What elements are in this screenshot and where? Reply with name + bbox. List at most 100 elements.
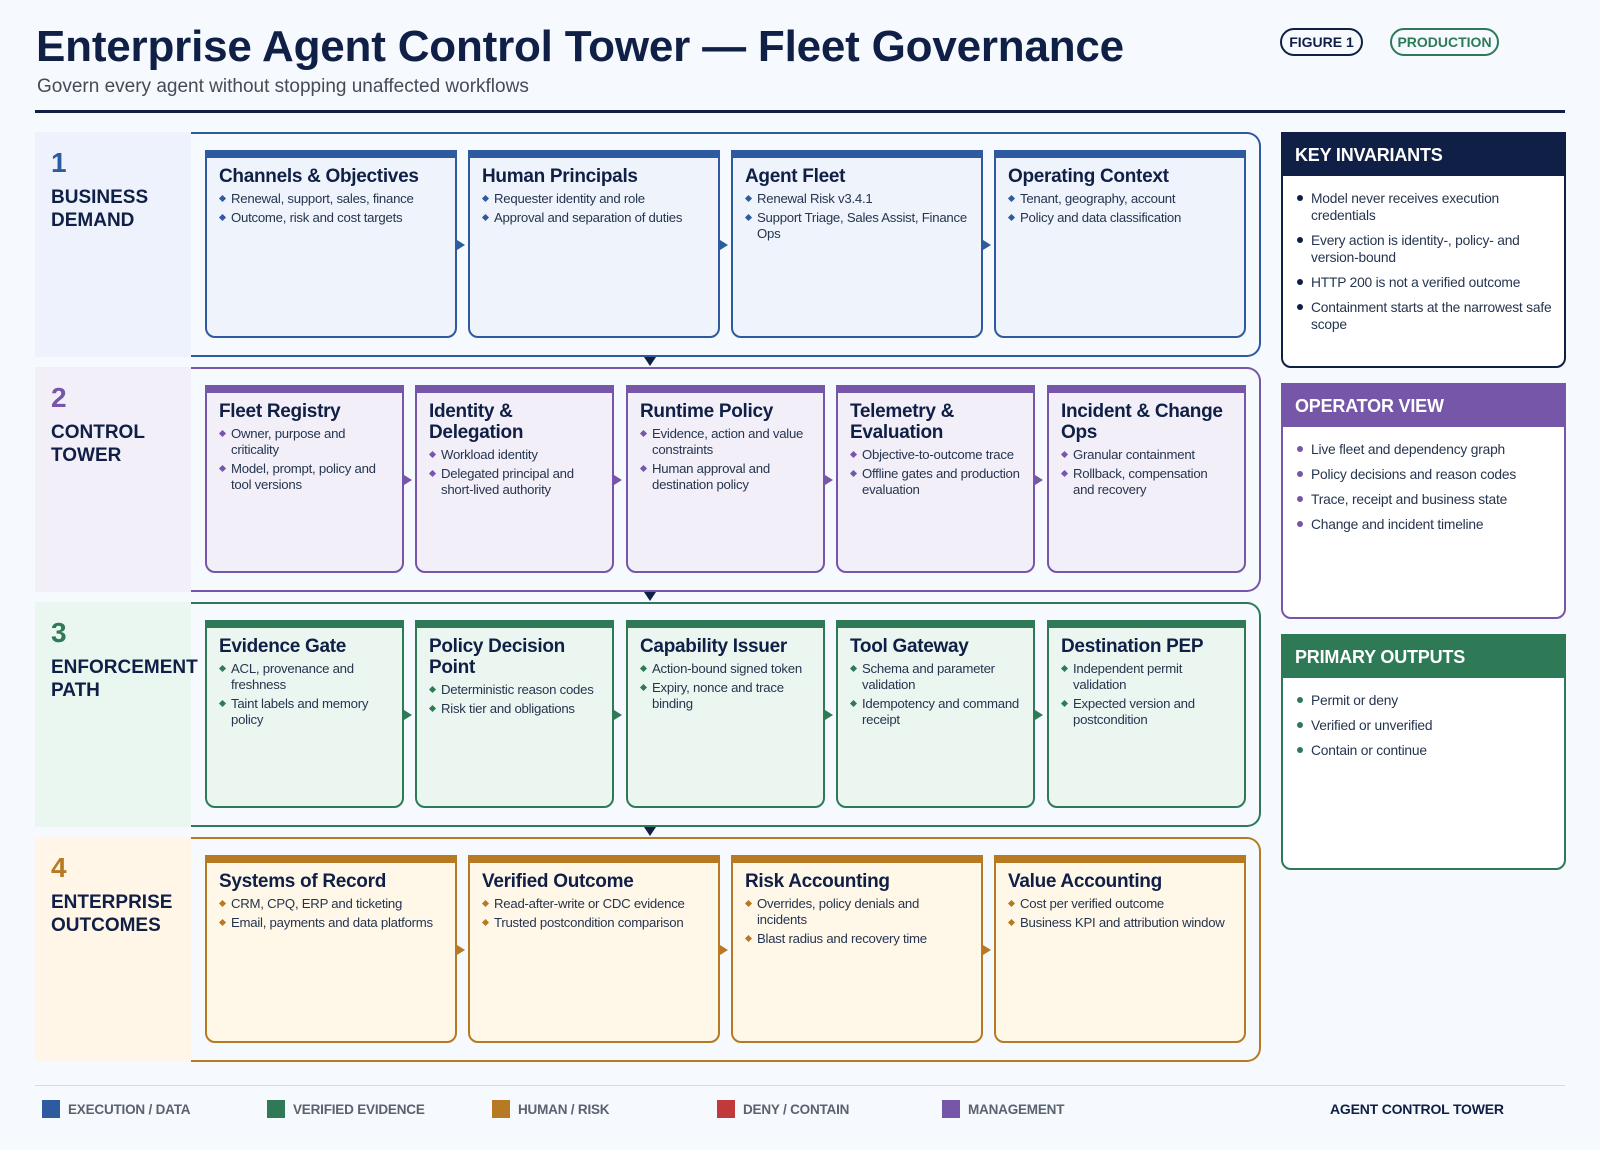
side-panel-item: Verified or unverified — [1295, 717, 1552, 734]
card-accent-bar — [996, 152, 1244, 158]
card-bullets: Overrides, policy denials and incidents B… — [745, 896, 969, 947]
page-title: Enterprise Agent Control Tower — Fleet G… — [36, 22, 1124, 71]
flow-arrow — [457, 240, 465, 250]
card-bullet: Objective-to-outcome trace — [850, 447, 1021, 463]
side-panel: OPERATOR VIEW Live fleet and dependency g… — [1281, 383, 1566, 619]
process-card: Value Accounting Cost per verified outcom… — [994, 855, 1246, 1043]
process-card: Identity & Delegation Workload identity De… — [415, 385, 614, 573]
card-bullets: Read-after-write or CDC evidence Trusted … — [482, 896, 706, 931]
legend-label: EXECUTION / DATA — [68, 1101, 191, 1117]
side-panel-item: Trace, receipt and business state — [1295, 491, 1552, 508]
card-bullet: Offline gates and production evaluation — [850, 466, 1021, 498]
side-panel-title: KEY INVARIANTS — [1283, 134, 1564, 176]
card-accent-bar — [838, 622, 1033, 628]
card-accent-bar — [470, 857, 718, 863]
flow-arrow — [983, 945, 991, 955]
side-panel-item: HTTP 200 is not a verified outcome — [1295, 274, 1552, 291]
band-label: 4 ENTERPRISE OUTCOMES — [35, 837, 191, 1062]
card-bullets: Independent permit validation Expected ve… — [1061, 661, 1232, 728]
card-bullet: Owner, purpose and criticality — [219, 426, 390, 458]
flow-arrow — [825, 710, 833, 720]
process-card: Operating Context Tenant, geography, acco… — [994, 150, 1246, 338]
status-badge: PRODUCTION — [1390, 28, 1499, 56]
card-title: Systems of Record — [219, 871, 387, 892]
card-bullets: Objective-to-outcome trace Offline gates … — [850, 447, 1021, 498]
process-card: Channels & Objectives Renewal, support, s… — [205, 150, 457, 338]
card-bullets: Action-bound signed token Expiry, nonce a… — [640, 661, 811, 712]
card-bullet: Trusted postcondition comparison — [482, 915, 706, 931]
process-card: Risk Accounting Overrides, policy denials… — [731, 855, 983, 1043]
flow-arrow — [983, 240, 991, 250]
legend-item: HUMAN / RISK — [492, 1100, 610, 1118]
down-arrow — [644, 592, 656, 601]
process-card: Verified Outcome Read-after-write or CDC … — [468, 855, 720, 1043]
card-bullets: Cost per verified outcome Business KPI an… — [1008, 896, 1232, 931]
card-accent-bar — [1049, 387, 1244, 393]
card-bullet: Renewal Risk v3.4.1 — [745, 191, 969, 207]
side-panel-list: Permit or deny Verified or unverified Cont… — [1283, 678, 1564, 759]
card-accent-bar — [207, 622, 402, 628]
legend-swatch — [42, 1100, 60, 1118]
legend-label: MANAGEMENT — [968, 1101, 1065, 1117]
card-bullet: Policy and data classification — [1008, 210, 1232, 226]
card-bullet: Granular containment — [1061, 447, 1232, 463]
card-bullet: Email, payments and data platforms — [219, 915, 443, 931]
card-accent-bar — [628, 622, 823, 628]
process-card: Policy Decision Point Deterministic reaso… — [415, 620, 614, 808]
card-accent-bar — [628, 387, 823, 393]
card-title: Human Principals — [482, 166, 638, 187]
card-bullet: Evidence, action and value constraints — [640, 426, 811, 458]
band-label: 1 BUSINESS DEMAND — [35, 132, 191, 357]
card-bullet: Deterministic reason codes — [429, 682, 600, 698]
card-bullet: Renewal, support, sales, finance — [219, 191, 443, 207]
card-bullet: Expected version and postcondition — [1061, 696, 1232, 728]
side-panel-item: Containment starts at the narrowest safe… — [1295, 299, 1552, 333]
legend-divider — [35, 1085, 1565, 1086]
legend-label: HUMAN / RISK — [518, 1101, 610, 1117]
card-title: Destination PEP — [1061, 636, 1204, 657]
flow-arrow — [404, 475, 412, 485]
band-number: 3 — [51, 617, 67, 648]
card-title: Channels & Objectives — [219, 166, 419, 187]
flow-arrow — [404, 710, 412, 720]
card-bullet: ACL, provenance and freshness — [219, 661, 390, 693]
band-label: 2 CONTROL TOWER — [35, 367, 191, 592]
card-title: Incident & Change Ops — [1061, 401, 1223, 443]
card-bullets: Workload identity Delegated principal and… — [429, 447, 600, 498]
card-title: Identity & Delegation — [429, 401, 524, 443]
card-accent-bar — [207, 152, 455, 158]
process-card: Evidence Gate ACL, provenance and freshne… — [205, 620, 404, 808]
side-panel-item: Every action is identity-, policy- and v… — [1295, 232, 1552, 266]
card-accent-bar — [838, 387, 1033, 393]
flow-arrow — [720, 945, 728, 955]
card-bullets: Granular containment Rollback, compensati… — [1061, 447, 1232, 498]
legend-item: MANAGEMENT — [942, 1100, 1064, 1118]
card-bullets: Renewal, support, sales, finance Outcome,… — [219, 191, 443, 226]
card-bullet: Expiry, nonce and trace binding — [640, 680, 811, 712]
band-name: ENFORCEMENT PATH — [51, 657, 198, 701]
side-panel-item: Contain or continue — [1295, 742, 1552, 759]
side-panel-item: Permit or deny — [1295, 692, 1552, 709]
figure-badge: FIGURE 1 — [1280, 28, 1363, 56]
band-number: 1 — [51, 147, 67, 178]
card-bullets: Tenant, geography, account Policy and dat… — [1008, 191, 1232, 226]
band-number: 2 — [51, 382, 67, 413]
side-panel-item: Model never receives execution credentia… — [1295, 190, 1552, 224]
process-card: Capability Issuer Action-bound signed tok… — [626, 620, 825, 808]
card-accent-bar — [996, 857, 1244, 863]
process-card: Destination PEP Independent permit valida… — [1047, 620, 1246, 808]
side-panel-title: OPERATOR VIEW — [1283, 385, 1564, 427]
card-bullets: ACL, provenance and freshness Taint label… — [219, 661, 390, 728]
card-bullet: Risk tier and obligations — [429, 701, 600, 717]
side-panel-item: Policy decisions and reason codes — [1295, 466, 1552, 483]
card-title: Capability Issuer — [640, 636, 787, 657]
card-accent-bar — [470, 152, 718, 158]
card-title: Telemetry & Evaluation — [850, 401, 955, 443]
card-bullet: Support Triage, Sales Assist, Finance Op… — [745, 210, 969, 242]
side-panel-title: PRIMARY OUTPUTS — [1283, 636, 1564, 678]
flow-arrow — [1035, 475, 1043, 485]
flow-arrow — [720, 240, 728, 250]
card-bullet: Requester identity and role — [482, 191, 706, 207]
legend-item: VERIFIED EVIDENCE — [267, 1100, 425, 1118]
card-accent-bar — [417, 622, 612, 628]
